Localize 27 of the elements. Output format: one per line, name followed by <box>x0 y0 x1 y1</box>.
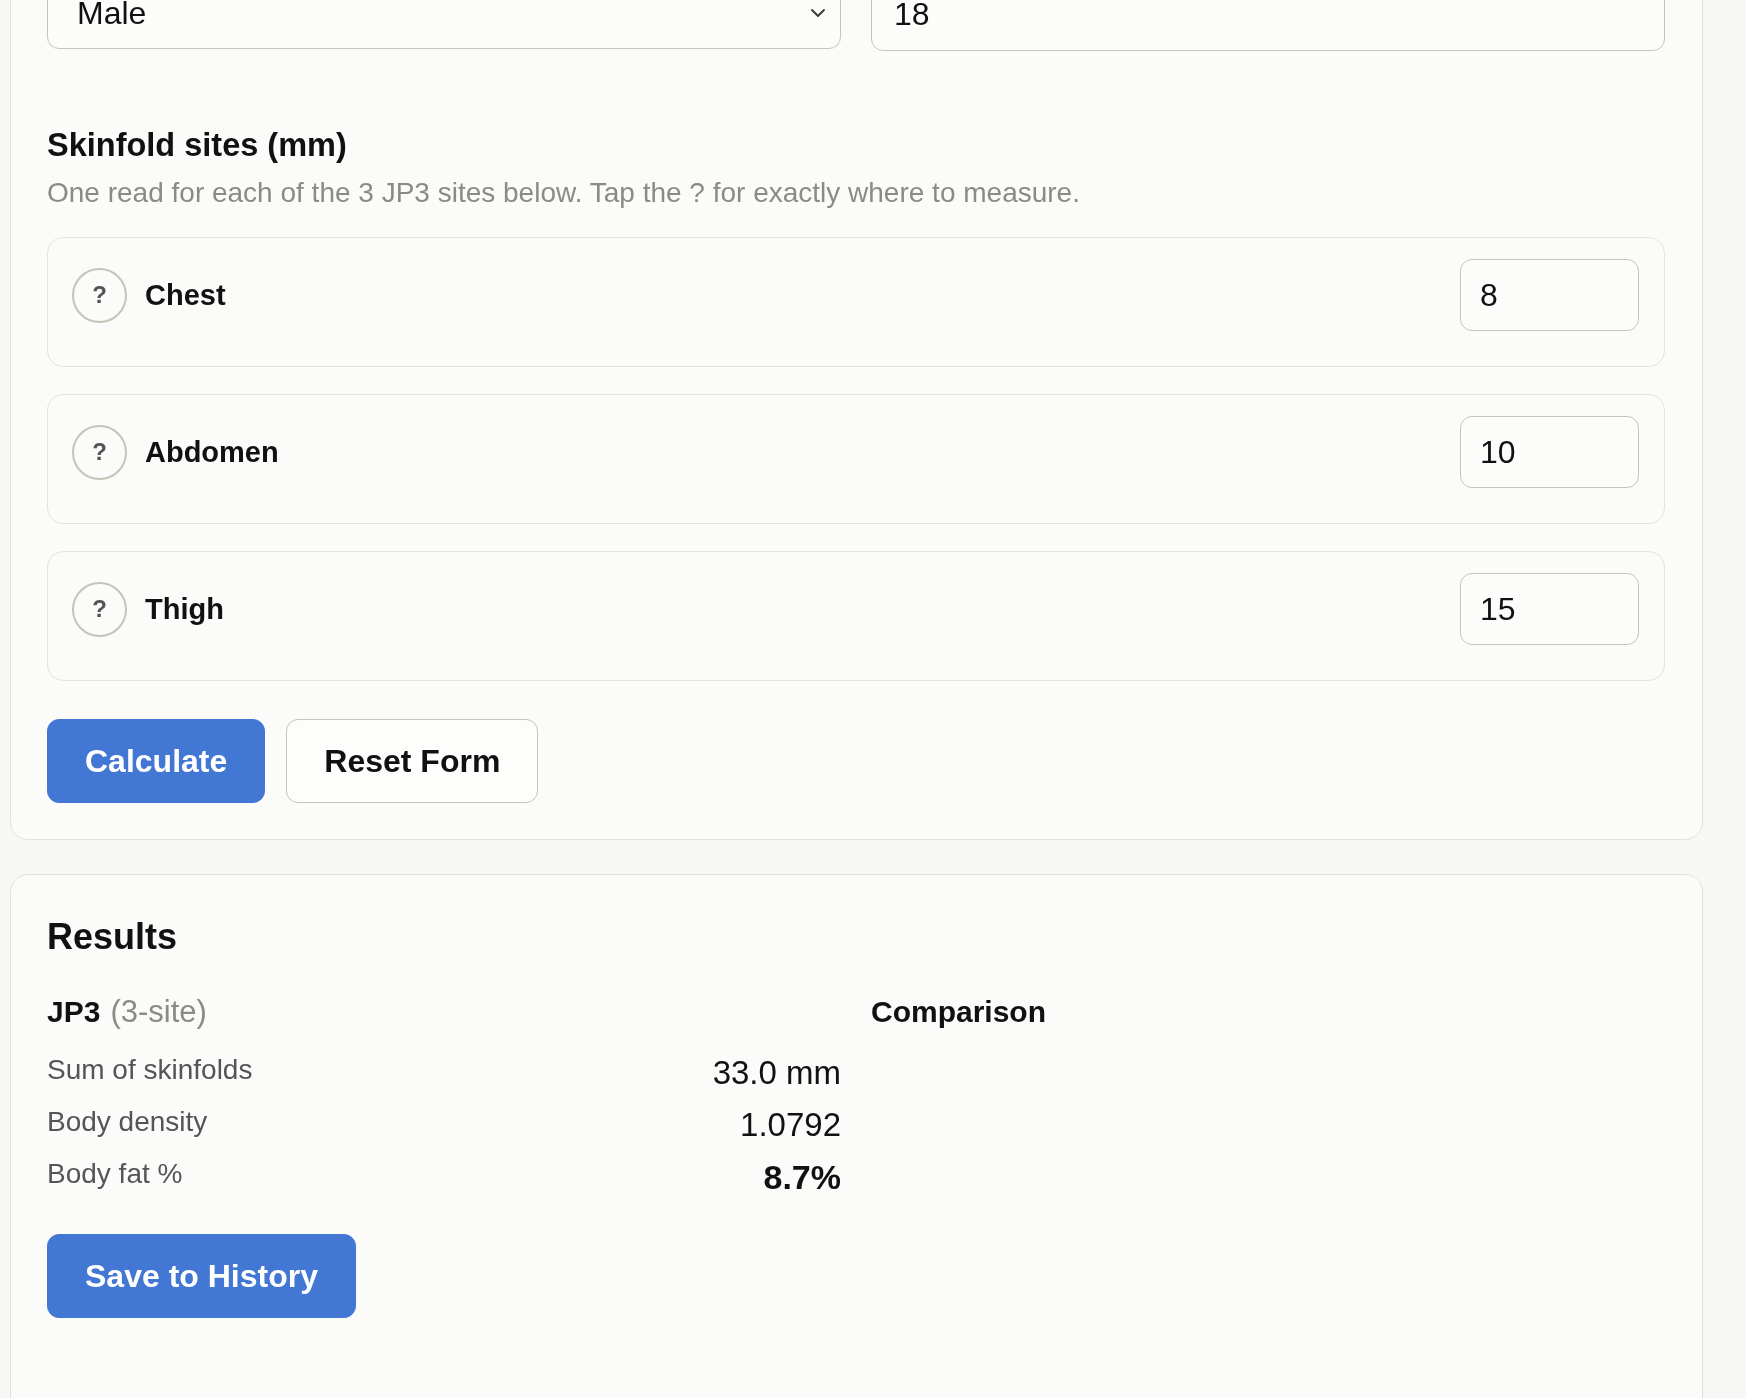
measurement-input[interactable]: 15 <box>1460 573 1639 645</box>
sex-select[interactable]: Male <box>47 0 841 49</box>
metric-value: 33.0 mm <box>712 1054 841 1092</box>
section-hint: One read for each of the 3 JP3 sites below. Tap the ? for exactly where to measure. <box>47 177 1081 209</box>
help-button[interactable]: ? <box>72 267 127 323</box>
site-label: Abdomen <box>145 435 280 469</box>
section-title: Skinfold sites (mm) <box>47 126 348 164</box>
method-title: JP3 <box>47 995 101 1029</box>
metric-label: Sum of skinfolds <box>47 1054 253 1086</box>
site-label: Chest <box>145 278 227 312</box>
metric-value: 1.0792 <box>740 1106 841 1144</box>
site-label: Thigh <box>145 592 225 626</box>
reset-button[interactable]: Reset Form <box>286 719 539 803</box>
measurement-input[interactable]: 8 <box>1460 259 1639 331</box>
age-input[interactable]: 18 <box>871 0 1665 51</box>
save-history-button[interactable]: Save to History <box>47 1234 356 1318</box>
comparison-title: Comparison <box>871 995 1047 1029</box>
metric-label: Body fat % <box>47 1158 183 1190</box>
help-button[interactable]: ? <box>72 424 127 480</box>
results-title: Results <box>47 916 179 958</box>
calculate-button[interactable]: Calculate <box>47 719 266 803</box>
chevron-down-icon <box>810 8 826 18</box>
method-subtitle: (3-site) <box>110 994 207 1030</box>
metric-label: Body density <box>47 1106 208 1138</box>
help-button[interactable]: ? <box>72 581 127 637</box>
measurement-input[interactable]: 10 <box>1460 416 1639 488</box>
metric-value: 8.7% <box>763 1157 841 1197</box>
